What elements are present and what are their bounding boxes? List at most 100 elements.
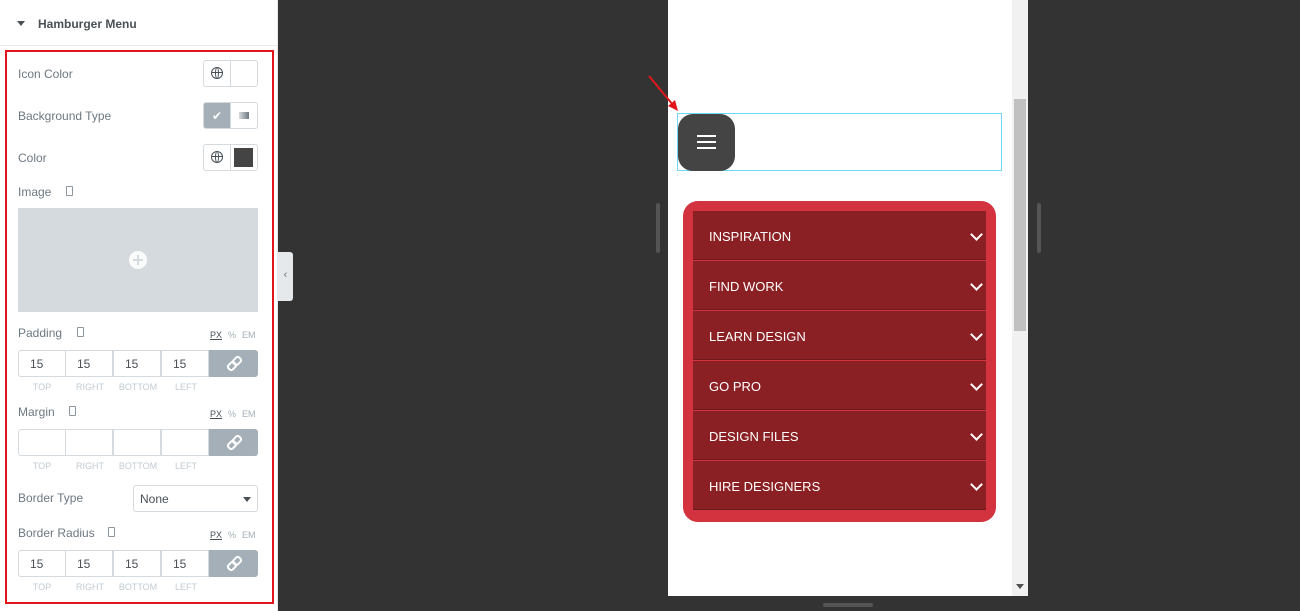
padding-bottom-input[interactable]: 15 xyxy=(113,350,161,377)
mobile-device-icon[interactable] xyxy=(69,406,76,416)
menu-item-label: DESIGN FILES xyxy=(709,429,799,444)
menu-item-label: LEARN DESIGN xyxy=(709,329,806,344)
color-swatch xyxy=(234,148,253,167)
padding-top-input[interactable]: 15 xyxy=(18,350,66,377)
icon-color-label: Icon Color xyxy=(18,67,73,81)
link-icon xyxy=(228,558,239,569)
menu-item[interactable]: DESIGN FILES xyxy=(693,411,986,460)
unit-percent[interactable]: % xyxy=(228,330,236,340)
hamburger-toggle-button[interactable] xyxy=(678,114,735,171)
resize-handle-right[interactable] xyxy=(1037,203,1041,253)
dropdown-menu-card: INSPIRATION FIND WORK LEARN DESIGN GO PRO DE… xyxy=(683,201,996,522)
margin-right-input[interactable] xyxy=(65,429,113,456)
color-picker[interactable] xyxy=(231,145,257,170)
gradient-icon xyxy=(239,112,249,119)
annotation-arrow-icon xyxy=(648,75,678,111)
menu-item-label: GO PRO xyxy=(709,379,762,394)
unit-px[interactable]: PX xyxy=(210,409,222,419)
menu-item[interactable]: LEARN DESIGN xyxy=(693,311,986,360)
radius-left-input[interactable]: 15 xyxy=(161,550,209,577)
link-icon xyxy=(228,358,239,369)
global-colors-button[interactable] xyxy=(204,145,231,170)
preview-scrollbar[interactable] xyxy=(1012,0,1028,596)
chevron-down-icon xyxy=(243,497,251,502)
dim-label-top: TOP xyxy=(32,582,52,592)
collapse-panel-button[interactable]: ‹ xyxy=(278,252,293,301)
dim-label-right: RIGHT xyxy=(76,461,104,471)
background-type-toggle: ✔ xyxy=(203,102,258,129)
link-values-button[interactable] xyxy=(209,550,258,577)
dim-label-left: LEFT xyxy=(174,382,197,392)
dim-label-left: LEFT xyxy=(174,461,197,471)
dim-label-bottom: BOTTOM xyxy=(118,382,158,392)
radius-right-input[interactable]: 15 xyxy=(65,550,113,577)
menu-item[interactable]: INSPIRATION xyxy=(693,211,986,260)
dim-label-top: TOP xyxy=(32,461,52,471)
chevron-down-icon[interactable] xyxy=(970,478,983,491)
border-radius-units: PX% EM xyxy=(210,530,262,540)
link-icon xyxy=(228,437,239,448)
link-values-button[interactable] xyxy=(209,429,258,456)
classic-background-button[interactable]: ✔ xyxy=(204,103,231,128)
unit-em[interactable]: EM xyxy=(242,530,256,540)
chevron-down-icon[interactable] xyxy=(970,228,983,241)
padding-units: PX% EM xyxy=(210,330,262,340)
chevron-down-icon[interactable] xyxy=(970,378,983,391)
resize-handle-left[interactable] xyxy=(656,203,660,253)
unit-em[interactable]: EM xyxy=(242,409,256,419)
controls-panel: Hamburger Menu Icon Color Background Typ… xyxy=(0,0,278,611)
margin-bottom-input[interactable] xyxy=(113,429,161,456)
chevron-down-icon[interactable] xyxy=(970,278,983,291)
unit-em[interactable]: EM xyxy=(242,330,256,340)
padding-left-input[interactable]: 15 xyxy=(161,350,209,377)
margin-left-input[interactable] xyxy=(161,429,209,456)
menu-item[interactable]: HIRE DESIGNERS xyxy=(693,461,986,510)
padding-label: Padding xyxy=(18,326,63,340)
menu-item-label: FIND WORK xyxy=(709,279,784,294)
menu-item[interactable]: FIND WORK xyxy=(693,261,986,310)
padding-dim-labels: TOP RIGHT BOTTOM LEFT xyxy=(18,382,210,394)
mobile-device-icon[interactable] xyxy=(77,327,84,337)
border-radius-inputs: 15 15 15 15 xyxy=(18,550,258,577)
dim-label-bottom: BOTTOM xyxy=(118,582,158,592)
gradient-background-button[interactable] xyxy=(231,103,257,128)
color-label: Color xyxy=(18,151,47,165)
chevron-down-icon[interactable] xyxy=(970,328,983,341)
scroll-down-arrow-icon[interactable] xyxy=(1016,584,1024,589)
unit-percent[interactable]: % xyxy=(228,530,236,540)
globe-icon xyxy=(211,67,223,79)
border-radius-label: Border Radius xyxy=(18,526,95,540)
menu-item[interactable]: GO PRO xyxy=(693,361,986,410)
menu-list: INSPIRATION FIND WORK LEARN DESIGN GO PRO DE… xyxy=(693,211,986,512)
hamburger-line xyxy=(697,141,716,143)
padding-right-input[interactable]: 15 xyxy=(65,350,113,377)
unit-px[interactable]: PX xyxy=(210,530,222,540)
resize-handle-bottom[interactable] xyxy=(823,603,873,607)
color-control xyxy=(203,144,258,171)
menu-item-label: INSPIRATION xyxy=(709,229,792,244)
padding-inputs: 15 15 15 15 xyxy=(18,350,258,377)
radius-bottom-input[interactable]: 15 xyxy=(113,550,161,577)
scrollbar-thumb[interactable] xyxy=(1014,99,1026,331)
unit-percent[interactable]: % xyxy=(228,409,236,419)
margin-units: PX% EM xyxy=(210,409,262,419)
caret-down-icon xyxy=(17,21,25,26)
image-label: Image xyxy=(18,185,52,199)
radius-top-input[interactable]: 15 xyxy=(18,550,66,577)
section-header[interactable]: Hamburger Menu xyxy=(0,0,277,46)
hamburger-line xyxy=(697,147,716,149)
chevron-down-icon[interactable] xyxy=(970,428,983,441)
global-colors-button[interactable] xyxy=(204,61,231,86)
unit-px[interactable]: PX xyxy=(210,330,222,340)
mobile-device-icon[interactable] xyxy=(66,186,73,196)
margin-inputs xyxy=(18,429,258,456)
border-type-value: None xyxy=(140,492,169,506)
border-type-select[interactable]: None xyxy=(133,485,258,512)
icon-color-picker[interactable] xyxy=(231,61,257,86)
margin-top-input[interactable] xyxy=(18,429,66,456)
dim-label-right: RIGHT xyxy=(76,382,104,392)
icon-color-control xyxy=(203,60,258,87)
image-chooser[interactable] xyxy=(18,208,258,312)
link-values-button[interactable] xyxy=(209,350,258,377)
mobile-device-icon[interactable] xyxy=(108,527,115,537)
